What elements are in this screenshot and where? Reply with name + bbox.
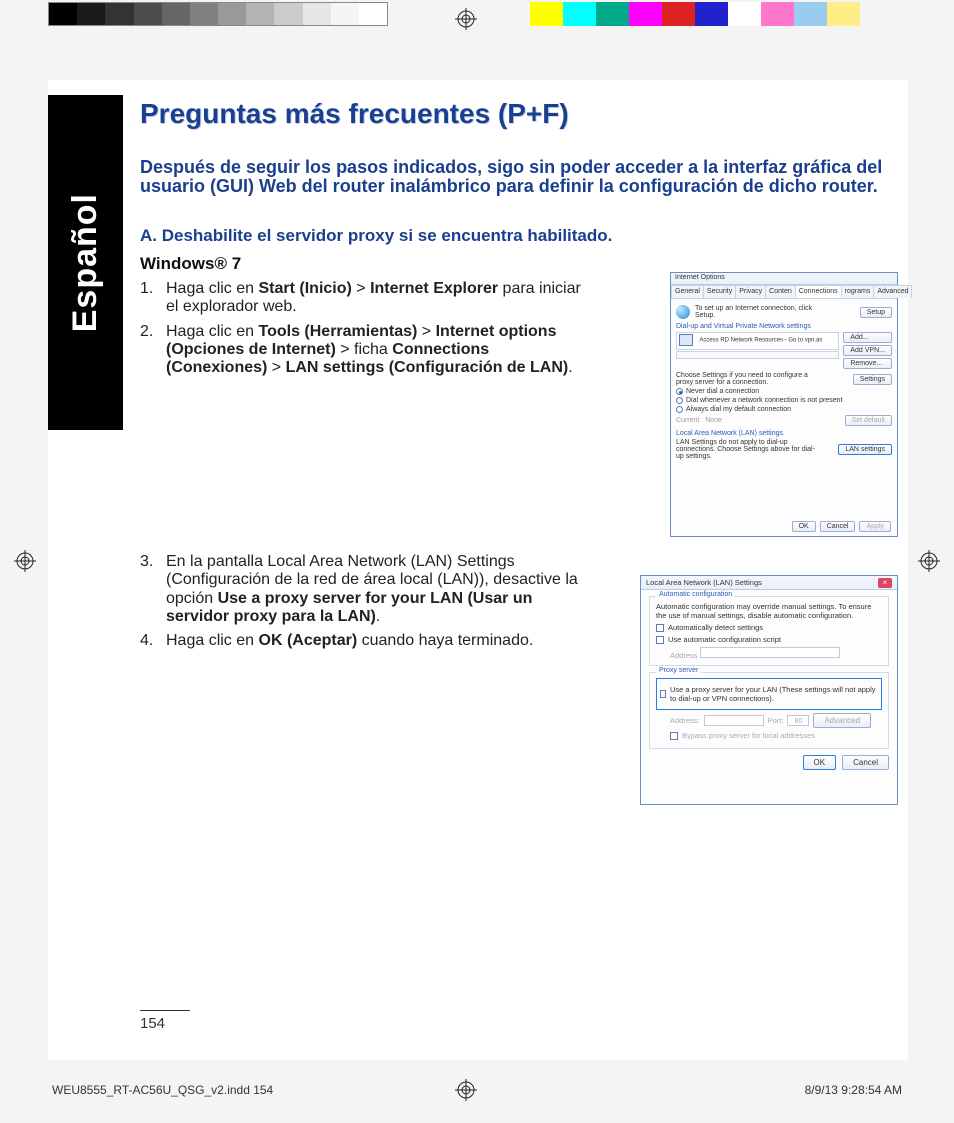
cancel-button[interactable]: Cancel — [842, 755, 889, 770]
subtitle: Después de seguir los pasos indicados, s… — [140, 158, 900, 196]
settings-button[interactable]: Settings — [853, 374, 892, 385]
tabs-row: General Security Privacy Conten Connecti… — [671, 285, 897, 299]
tab-privacy[interactable]: Privacy — [735, 285, 766, 298]
page-body: Español Preguntas más frecuentes (P+F) D… — [48, 80, 908, 1060]
windows-label: Windows® 7 — [140, 254, 900, 274]
checkbox-auto-script[interactable]: Use automatic configuration script — [656, 635, 882, 644]
remove-button[interactable]: Remove... — [843, 358, 892, 369]
add-button[interactable]: Add... — [843, 332, 892, 343]
step-2: 2. Haga clic en Tools (Herramientas) > I… — [140, 323, 592, 378]
color-calibration-strip — [530, 2, 860, 26]
section-a-heading: A. Deshabilite el servidor proxy si se e… — [140, 226, 900, 246]
steps-list-2: 3. En la pantalla Local Area Network (LA… — [140, 553, 592, 651]
step-text: Haga clic en Tools (Herramientas) > Inte… — [166, 323, 592, 378]
auto-config-text: Automatic configuration may override man… — [656, 602, 882, 620]
language-tab: Español — [48, 95, 123, 430]
screenshot-internet-options: Internet Options General Security Privac… — [670, 272, 898, 537]
group-proxy: Proxy server Use a proxy server for your… — [649, 672, 889, 749]
group-auto-config: Automatic configuration Automatic config… — [649, 596, 889, 666]
apply-button: Apply — [859, 521, 891, 532]
step-number: 4. — [140, 632, 166, 650]
lan-settings-button[interactable]: LAN settings — [838, 444, 892, 455]
step-number: 3. — [140, 553, 166, 627]
step-text: Haga clic en Start (Inicio) > Internet E… — [166, 280, 592, 317]
ok-button[interactable]: OK — [792, 521, 816, 532]
ok-button[interactable]: OK — [803, 755, 837, 770]
step-text: Haga clic en OK (Aceptar) cuando haya te… — [166, 632, 533, 650]
registration-mark-icon — [918, 550, 940, 572]
print-footer: WEU8555_RT-AC56U_QSG_v2.indd 154 8/9/13 … — [52, 1083, 902, 1097]
checkbox-use-proxy[interactable]: Use a proxy server for your LAN (These s… — [660, 685, 878, 703]
language-tab-label: Español — [66, 193, 105, 332]
footer-timestamp: 8/9/13 9:28:54 AM — [805, 1083, 902, 1097]
step-text: En la pantalla Local Area Network (LAN) … — [166, 553, 592, 627]
steps-list-1: 1. Haga clic en Start (Inicio) > Interne… — [140, 280, 592, 378]
step-4: 4. Haga clic en OK (Aceptar) cuando haya… — [140, 632, 592, 650]
grayscale-calibration-strip — [48, 2, 388, 26]
dialup-header: Dial-up and Virtual Private Network sett… — [676, 323, 892, 330]
page-title: Preguntas más frecuentes (P+F) — [140, 98, 900, 130]
cancel-button[interactable]: Cancel — [820, 521, 856, 532]
tab-general[interactable]: General — [671, 285, 704, 298]
radio-never-dial[interactable]: Never dial a connection — [676, 388, 892, 395]
lan-text: LAN Settings do not apply to dial-up con… — [676, 439, 816, 460]
set-default-button: Set default — [845, 415, 892, 426]
tab-content[interactable]: Conten — [765, 285, 796, 298]
monitor-icon — [679, 334, 693, 346]
choose-text: Choose Settings if you need to configure… — [676, 372, 816, 386]
lan-header: Local Area Network (LAN) settings — [676, 430, 892, 437]
advanced-button: Advanced — [813, 713, 871, 728]
step-number: 1. — [140, 280, 166, 317]
add-vpn-button[interactable]: Add VPN... — [843, 345, 892, 356]
dialog-title: Local Area Network (LAN) Settings — [646, 578, 762, 587]
setup-button[interactable]: Setup — [860, 307, 892, 318]
step-3: 3. En la pantalla Local Area Network (LA… — [140, 553, 592, 627]
close-icon[interactable]: × — [878, 578, 892, 588]
page-number: 154 — [140, 1010, 190, 1032]
registration-mark-icon — [455, 8, 477, 30]
registration-mark-icon — [14, 550, 36, 572]
tab-programs[interactable]: rograms — [841, 285, 875, 298]
checkbox-auto-detect[interactable]: Automatically detect settings — [656, 623, 882, 632]
connections-list[interactable]: Access RD Network Resources - Go to vpn.… — [676, 332, 839, 350]
radio-dial-when[interactable]: Dial whenever a network connection is no… — [676, 397, 892, 404]
tab-advanced[interactable]: Advanced — [873, 285, 912, 298]
screenshot-lan-settings: Local Area Network (LAN) Settings × Auto… — [640, 575, 898, 805]
proxy-port-field: 80 — [787, 715, 809, 726]
proxy-address-field — [704, 715, 764, 726]
globe-icon — [676, 305, 690, 319]
step-number: 2. — [140, 323, 166, 378]
step-1: 1. Haga clic en Start (Inicio) > Interne… — [140, 280, 592, 317]
dialog-title: Internet Options — [671, 273, 897, 285]
checkbox-bypass: Bypass proxy server for local addresses — [670, 731, 882, 740]
address-field — [700, 647, 840, 658]
setup-text: To set up an Internet connection, click … — [695, 305, 825, 319]
footer-filename: WEU8555_RT-AC56U_QSG_v2.indd 154 — [52, 1083, 273, 1097]
radio-always-dial[interactable]: Always dial my default connection — [676, 406, 892, 413]
tab-security[interactable]: Security — [703, 285, 736, 298]
tab-connections[interactable]: Connections — [795, 285, 842, 298]
